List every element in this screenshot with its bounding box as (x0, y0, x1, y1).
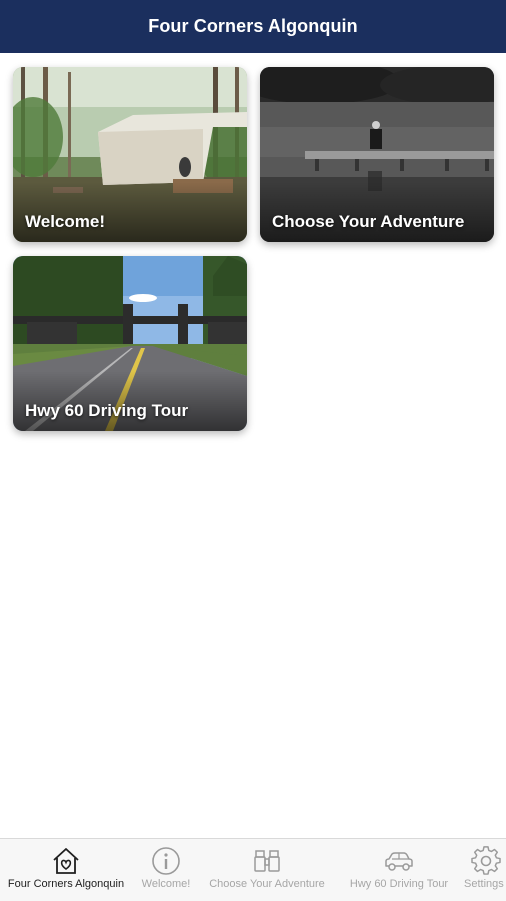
tab-four-corners-algonquin[interactable]: Four Corners Algonquin (0, 839, 135, 901)
tab-choose-your-adventure[interactable]: Choose Your Adventure (196, 839, 338, 901)
tab-label: Settings (464, 878, 504, 890)
card-label-choose-your-adventure: Choose Your Adventure (272, 212, 465, 231)
card-choose-your-adventure[interactable]: Choose Your Adventure (260, 67, 494, 242)
page-title: Four Corners Algonquin (148, 16, 358, 36)
info-icon (152, 847, 180, 875)
gear-icon (471, 846, 501, 875)
tab-welcome[interactable]: Welcome! (134, 839, 198, 901)
tab-label: Welcome! (141, 878, 191, 890)
tab-label: Four Corners Algonquin (7, 878, 125, 890)
card-label-welcome: Welcome! (25, 212, 105, 231)
tab-settings[interactable]: Settings (460, 839, 506, 901)
card-welcome[interactable]: Welcome! (13, 67, 247, 242)
card-label-hwy-60-driving-tour: Hwy 60 Driving Tour (25, 401, 189, 420)
bottom-tab-bar: Four Corners Algonquin Welcome! Choose Y… (0, 838, 506, 901)
tab-hwy-60-driving-tour[interactable]: Hwy 60 Driving Tour (338, 839, 460, 901)
tab-label: Hwy 60 Driving Tour (349, 878, 449, 890)
home-heart-icon (53, 848, 79, 874)
card-hwy-60-driving-tour[interactable]: Hwy 60 Driving Tour (13, 256, 247, 431)
car-icon (385, 852, 413, 871)
app-header: Four Corners Algonquin (0, 0, 506, 53)
binoculars-icon (254, 850, 280, 872)
tab-label: Choose Your Adventure (209, 878, 325, 890)
